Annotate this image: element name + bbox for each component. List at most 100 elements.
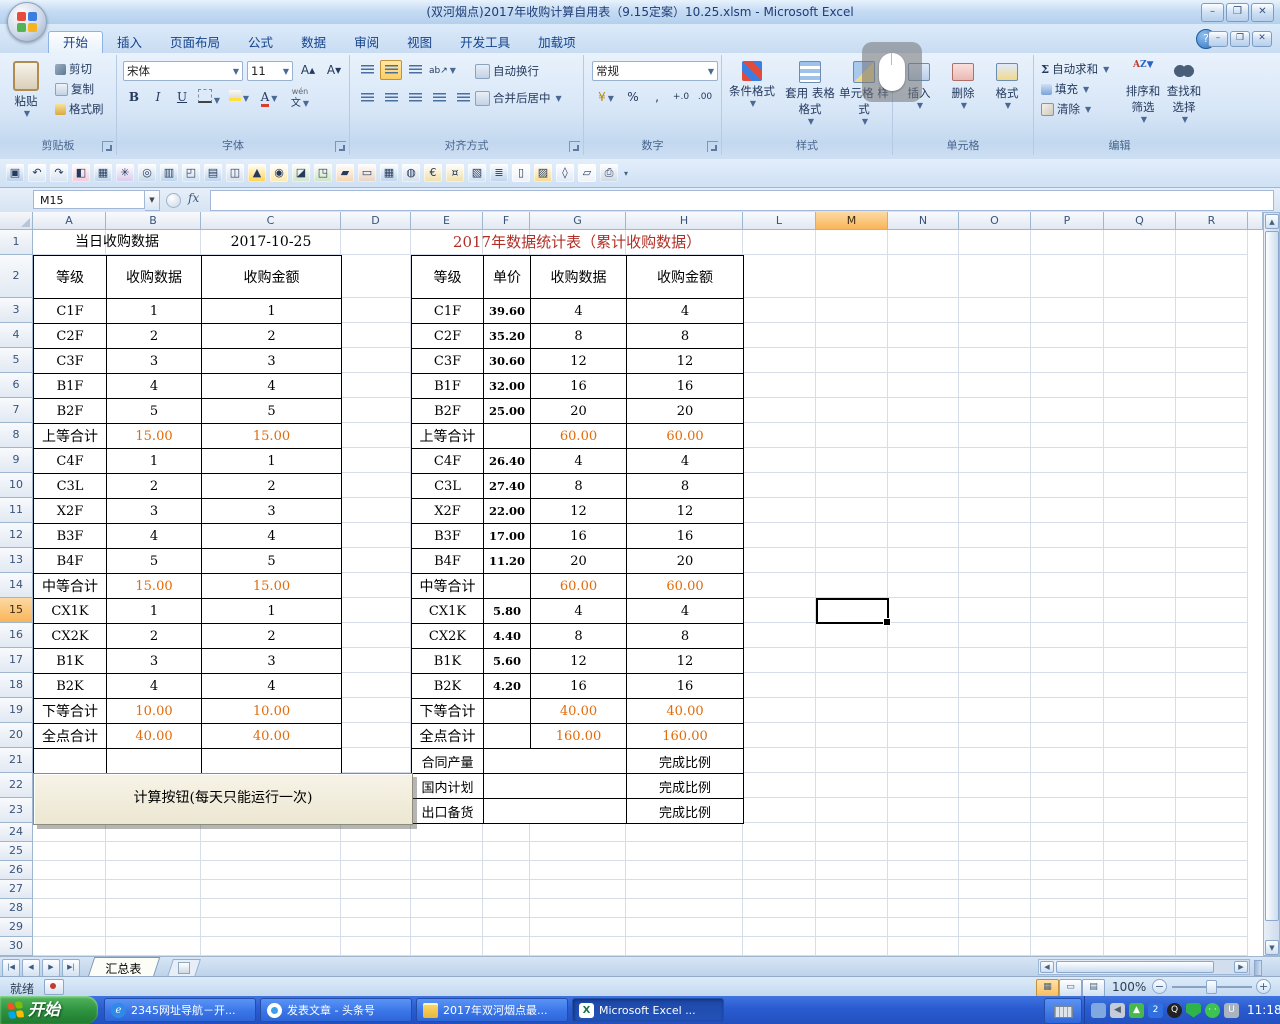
phonetic-button[interactable]: wén文▼ <box>285 88 315 108</box>
right-table-price[interactable]: 22.00 <box>484 499 531 524</box>
right-table-price[interactable]: 11.20 <box>484 549 531 574</box>
left-table-header[interactable]: 等级 <box>34 256 107 299</box>
left-table-qty[interactable]: 10.00 <box>107 699 202 724</box>
alignment-dialog-launcher[interactable] <box>569 141 580 152</box>
right-table-qty[interactable]: 20 <box>531 399 627 424</box>
column-header-H[interactable]: H <box>626 212 743 230</box>
right-table-amount[interactable]: 12 <box>627 349 744 374</box>
right-table-ratio[interactable]: 完成比例 <box>627 774 744 799</box>
print-icon[interactable]: ⎙ <box>600 164 618 182</box>
left-table-grade[interactable]: B3F <box>34 524 107 549</box>
row-header-14[interactable]: 14 <box>0 573 33 598</box>
network-tray-icon[interactable] <box>1091 1003 1106 1018</box>
tab-数据[interactable]: 数据 <box>287 32 340 54</box>
row-header-23[interactable]: 23 <box>0 798 33 823</box>
prev-sheet-button[interactable]: ◀ <box>22 959 40 977</box>
vertical-scrollbar[interactable]: ▲ ▼ <box>1263 212 1280 956</box>
scroll-down-icon[interactable]: ▼ <box>1265 940 1279 955</box>
right-table-grade[interactable]: B4F <box>412 549 484 574</box>
right-table-header[interactable]: 单价 <box>484 256 531 299</box>
right-table-amount[interactable]: 16 <box>627 524 744 549</box>
shrink-font-button[interactable]: A▾ <box>323 61 345 81</box>
left-table-amount[interactable]: 4 <box>202 374 342 399</box>
left-table-amount[interactable]: 2 <box>202 474 342 499</box>
right-table-amount[interactable]: 8 <box>627 624 744 649</box>
left-table-qty[interactable]: 1 <box>107 449 202 474</box>
fill-color-button[interactable]: ▼ <box>225 88 253 108</box>
decrease-decimal-button[interactable]: .00 <box>694 88 716 108</box>
right-table-qty[interactable]: 16 <box>531 374 627 399</box>
left-table-qty[interactable]: 4 <box>107 524 202 549</box>
calc-button[interactable]: 计算按钮(每天只能运行一次) <box>33 773 413 825</box>
view-page-break-button[interactable]: ▤ <box>1082 979 1105 997</box>
left-table-qty[interactable]: 1 <box>107 299 202 324</box>
left-table-grade[interactable]: CX2K <box>34 624 107 649</box>
left-table-grade[interactable]: C3F <box>34 349 107 374</box>
right-table-grade[interactable]: 全点合计 <box>412 724 484 749</box>
fill-button[interactable]: 填充▼ <box>1038 79 1112 99</box>
align-right-button[interactable] <box>404 88 426 108</box>
left-table-qty[interactable]: 2 <box>107 474 202 499</box>
right-table-amount[interactable]: 8 <box>627 324 744 349</box>
left-table-amount[interactable]: 15.00 <box>202 574 342 599</box>
column-header-M[interactable]: M <box>816 212 888 230</box>
right-table-price[interactable] <box>484 724 531 749</box>
font-size-combo[interactable]: 11▼ <box>247 61 293 81</box>
right-table-grade[interactable]: B1K <box>412 649 484 674</box>
insert-table-icon[interactable]: ▥ <box>160 164 178 182</box>
clear-button[interactable]: 清除▼ <box>1038 99 1112 119</box>
accounting-format-button[interactable]: ¥▼ <box>592 88 620 108</box>
right-table-qty[interactable]: 8 <box>531 324 627 349</box>
right-table-amount[interactable]: 20 <box>627 549 744 574</box>
view-table-icon[interactable]: ▦ <box>94 164 112 182</box>
right-table-qty[interactable]: 8 <box>531 474 627 499</box>
right-table-grade[interactable]: C3F <box>412 349 484 374</box>
column-header-E[interactable]: E <box>411 212 483 230</box>
left-table-qty[interactable]: 1 <box>107 599 202 624</box>
chart-icon[interactable]: ▰ <box>336 164 354 182</box>
next-sheet-button[interactable]: ▶ <box>42 959 60 977</box>
bold-button[interactable]: B <box>123 88 145 108</box>
start-button[interactable]: 开始 <box>0 996 98 1024</box>
left-table-grade[interactable]: B1F <box>34 374 107 399</box>
left-table-amount[interactable] <box>202 749 342 774</box>
right-table-price[interactable] <box>484 424 531 449</box>
column-header-P[interactable]: P <box>1031 212 1104 230</box>
right-table-grade[interactable]: C2F <box>412 324 484 349</box>
left-table-amount[interactable]: 5 <box>202 399 342 424</box>
2345-tray-icon[interactable]: 2 <box>1148 1003 1163 1018</box>
left-table-qty[interactable]: 5 <box>107 399 202 424</box>
right-table-amount[interactable]: 40.00 <box>627 699 744 724</box>
right-table-grade[interactable]: C4F <box>412 449 484 474</box>
number-format-combo[interactable]: 常规▼ <box>592 61 718 81</box>
360-shield-tray-icon[interactable] <box>1186 1003 1201 1018</box>
zoom-slider-thumb[interactable] <box>1206 980 1217 994</box>
settings-icon[interactable]: ✳ <box>116 164 134 182</box>
task-excel[interactable]: XMicrosoft Excel ... <box>572 998 724 1022</box>
table-style-icon[interactable]: ▦ <box>380 164 398 182</box>
right-table-blank[interactable] <box>484 749 627 774</box>
row-header-26[interactable]: 26 <box>0 861 33 880</box>
hscroll-thumb[interactable] <box>1056 961 1214 973</box>
font-color-button[interactable]: A▼ <box>255 88 283 108</box>
right-table-qty[interactable]: 12 <box>531 349 627 374</box>
right-table-grade[interactable]: B3F <box>412 524 484 549</box>
wb-minimize-button[interactable]: – <box>1208 31 1228 47</box>
right-table-price[interactable]: 5.60 <box>484 649 531 674</box>
right-table-header[interactable]: 等级 <box>412 256 484 299</box>
right-table-amount[interactable]: 16 <box>627 374 744 399</box>
right-table-grade[interactable]: 合同产量 <box>412 749 484 774</box>
left-table-amount[interactable]: 4 <box>202 674 342 699</box>
camera-icon[interactable]: ◫ <box>226 164 244 182</box>
first-sheet-button[interactable]: |◀ <box>2 959 20 977</box>
row-header-8[interactable]: 8 <box>0 423 33 448</box>
last-sheet-button[interactable]: ▶| <box>62 959 80 977</box>
format-painter-button[interactable]: 格式刷 <box>52 99 107 119</box>
row-header-19[interactable]: 19 <box>0 698 33 723</box>
row-header-17[interactable]: 17 <box>0 648 33 673</box>
right-table-amount[interactable]: 60.00 <box>627 424 744 449</box>
left-table-amount[interactable]: 3 <box>202 349 342 374</box>
right-table-price[interactable]: 5.80 <box>484 599 531 624</box>
left-table-qty[interactable]: 15.00 <box>107 574 202 599</box>
view-page-layout-button[interactable]: ▭ <box>1059 979 1082 997</box>
